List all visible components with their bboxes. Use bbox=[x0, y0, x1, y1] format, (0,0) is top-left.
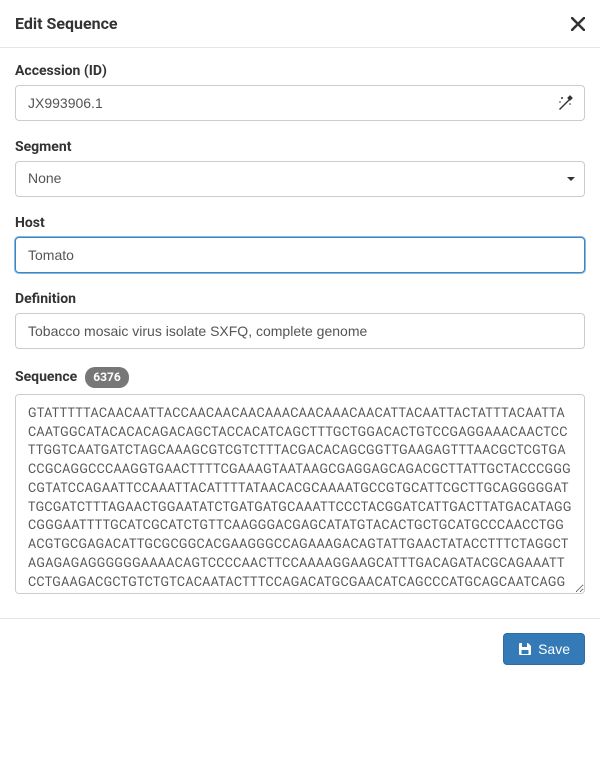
sequence-label: Sequence bbox=[15, 369, 77, 385]
close-icon bbox=[571, 17, 585, 31]
modal-title: Edit Sequence bbox=[15, 14, 118, 33]
host-group: Host bbox=[15, 215, 585, 273]
host-input[interactable] bbox=[15, 237, 585, 273]
close-button[interactable] bbox=[571, 17, 585, 31]
sequence-count-badge: 6376 bbox=[85, 367, 129, 388]
save-button-label: Save bbox=[538, 641, 570, 657]
save-icon bbox=[518, 642, 532, 656]
magic-wand-icon bbox=[557, 95, 573, 111]
accession-input-wrap bbox=[15, 85, 585, 121]
segment-group: Segment None bbox=[15, 139, 585, 197]
definition-input-wrap bbox=[15, 313, 585, 349]
modal-header: Edit Sequence bbox=[0, 0, 600, 48]
definition-input[interactable] bbox=[15, 313, 585, 349]
definition-label: Definition bbox=[15, 291, 585, 307]
segment-select[interactable]: None bbox=[15, 161, 585, 197]
segment-label: Segment bbox=[15, 139, 585, 155]
edit-sequence-modal: Edit Sequence Accession (ID) bbox=[0, 0, 600, 679]
modal-body: Accession (ID) Segment None bbox=[0, 48, 600, 618]
accession-label: Accession (ID) bbox=[15, 63, 585, 79]
host-label: Host bbox=[15, 215, 585, 231]
accession-input[interactable] bbox=[15, 85, 585, 121]
segment-select-wrap: None bbox=[15, 161, 585, 197]
autofill-button[interactable] bbox=[553, 91, 577, 115]
host-input-wrap bbox=[15, 237, 585, 273]
definition-group: Definition bbox=[15, 291, 585, 349]
sequence-group: Sequence 6376 GTATTTTTACAACAATTACCAACAAC… bbox=[15, 367, 585, 598]
sequence-textarea[interactable]: GTATTTTTACAACAATTACCAACAACAACAAACAACAAAC… bbox=[15, 394, 585, 594]
save-button[interactable]: Save bbox=[503, 633, 585, 665]
sequence-label-row: Sequence 6376 bbox=[15, 367, 585, 388]
accession-group: Accession (ID) bbox=[15, 63, 585, 121]
modal-footer: Save bbox=[0, 618, 600, 679]
